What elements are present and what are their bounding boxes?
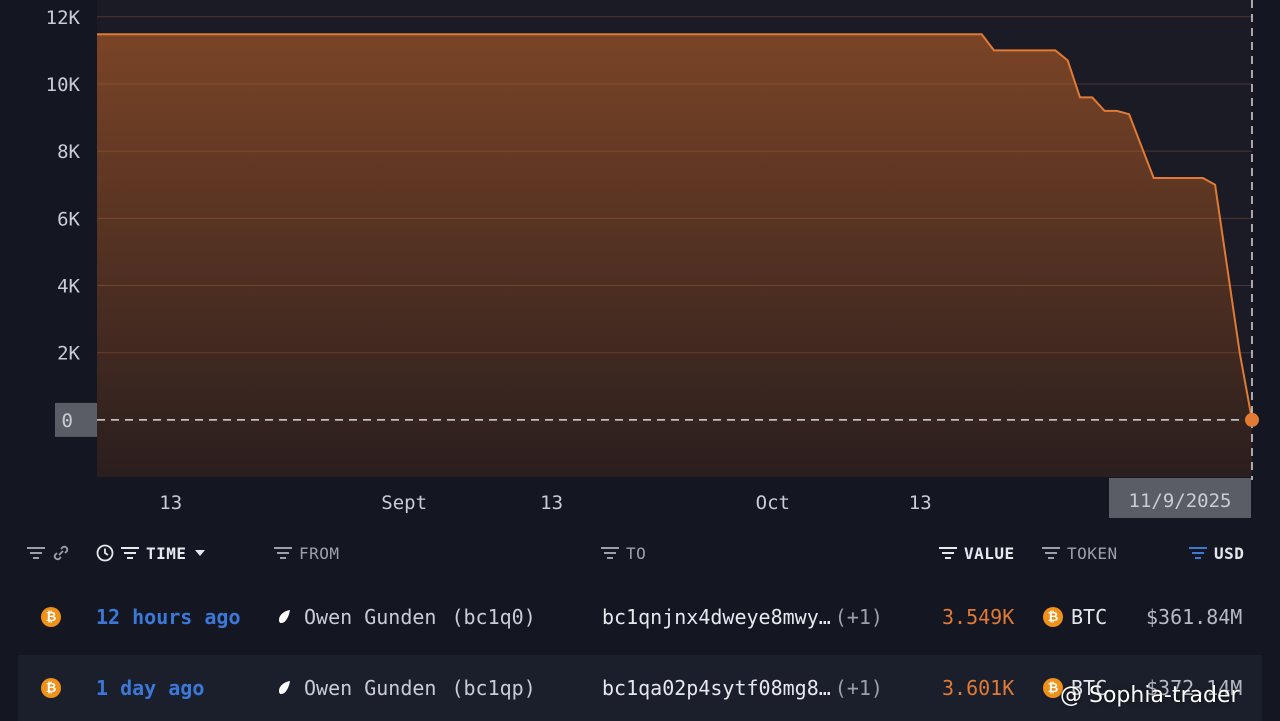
balance-chart: 12K 10K 8K 6K 4K 2K 0 13 Sept 13 Oct 13 11/9/2025: [0, 0, 1280, 525]
value-cell: 3.601K: [942, 676, 1015, 700]
y-tick-label: 0: [62, 410, 73, 432]
filter-icon[interactable]: [1188, 546, 1208, 560]
x-tick-label: Oct: [756, 492, 790, 514]
hover-date-label: 11/9/2025: [1129, 490, 1232, 512]
filter-icon[interactable]: [26, 546, 46, 560]
balance-chart-svg: 12K 10K 8K 6K 4K 2K 0 13 Sept 13 Oct 13 11/9/2025: [46, 0, 1259, 518]
filter-icon[interactable]: [273, 546, 293, 560]
filter-icon[interactable]: [1041, 546, 1061, 560]
header-usd-label: USD: [1214, 543, 1245, 563]
x-tick-label: Sept: [381, 492, 427, 514]
from-cell[interactable]: Owen Gunden (bc1qp): [276, 655, 536, 721]
filter-icon[interactable]: [600, 546, 620, 560]
entity-icon: [279, 681, 290, 694]
bitcoin-icon: ₿: [1043, 607, 1063, 627]
to-extra-count: (+1): [834, 605, 883, 629]
to-extra-count: (+1): [834, 676, 883, 700]
header-from-label: FROM: [299, 543, 340, 563]
y-tick-label: 4K: [57, 276, 80, 298]
from-name: Owen Gunden: [304, 605, 437, 629]
y-tick-label: 8K: [57, 141, 80, 163]
x-tick-label: 13: [159, 492, 182, 514]
hover-point: [1245, 412, 1259, 427]
watermark: @ Sophia-trader: [1060, 678, 1240, 712]
table-row[interactable]: ₿ 12 hours ago Owen Gunden (bc1q0) bc1qn…: [18, 584, 1262, 650]
header-to-label: TO: [626, 543, 647, 563]
to-address: bc1qa02p4sytf08mg8…: [602, 676, 831, 700]
header-filter-link[interactable]: [26, 542, 70, 564]
bitcoin-icon: ₿: [41, 678, 61, 698]
x-tick-label: 13: [540, 492, 563, 514]
from-name: Owen Gunden: [304, 676, 437, 700]
header-token-label: TOKEN: [1067, 543, 1118, 563]
header-to[interactable]: TO: [600, 542, 646, 564]
to-cell[interactable]: bc1qa02p4sytf08mg8… (+1): [602, 655, 883, 721]
y-tick-label: 12K: [46, 7, 81, 29]
y-tick-label: 6K: [57, 208, 80, 230]
x-tick-label: 13: [909, 492, 932, 514]
header-from[interactable]: FROM: [273, 542, 340, 564]
to-address: bc1qnjnx4dweye8mwy…: [602, 605, 831, 629]
time-cell[interactable]: 12 hours ago: [96, 584, 241, 650]
usd-cell: $361.84M: [1146, 605, 1243, 629]
header-time-label: TIME: [146, 543, 187, 563]
filter-icon[interactable]: [938, 546, 958, 560]
bitcoin-icon: ₿: [41, 607, 61, 627]
clock-icon: [96, 544, 114, 562]
chain-cell: ₿: [41, 655, 61, 721]
header-time[interactable]: TIME: [96, 542, 207, 564]
value-cell: 3.549K: [942, 605, 1015, 629]
chain-cell: ₿: [41, 584, 61, 650]
header-usd[interactable]: USD: [1188, 542, 1244, 564]
filter-icon[interactable]: [120, 546, 140, 560]
from-address: (bc1q0): [451, 605, 536, 629]
token-cell[interactable]: ₿ BTC: [1043, 584, 1107, 650]
header-value-label: VALUE: [964, 543, 1015, 563]
from-cell[interactable]: Owen Gunden (bc1q0): [276, 584, 536, 650]
from-address: (bc1qp): [451, 676, 536, 700]
y-tick-label: 10K: [46, 74, 81, 96]
sort-down-icon[interactable]: [193, 548, 207, 558]
entity-icon: [279, 610, 290, 623]
token-symbol: BTC: [1071, 605, 1108, 629]
balance-area: [97, 34, 1252, 478]
time-cell[interactable]: 1 day ago: [96, 655, 204, 721]
y-tick-label: 2K: [57, 343, 80, 365]
header-value[interactable]: VALUE: [938, 542, 1015, 564]
header-token[interactable]: TOKEN: [1041, 542, 1118, 564]
watermark-text: @ Sophia-trader: [1060, 682, 1240, 708]
link-icon[interactable]: [52, 544, 70, 562]
to-cell[interactable]: bc1qnjnx4dweye8mwy… (+1): [602, 584, 883, 650]
